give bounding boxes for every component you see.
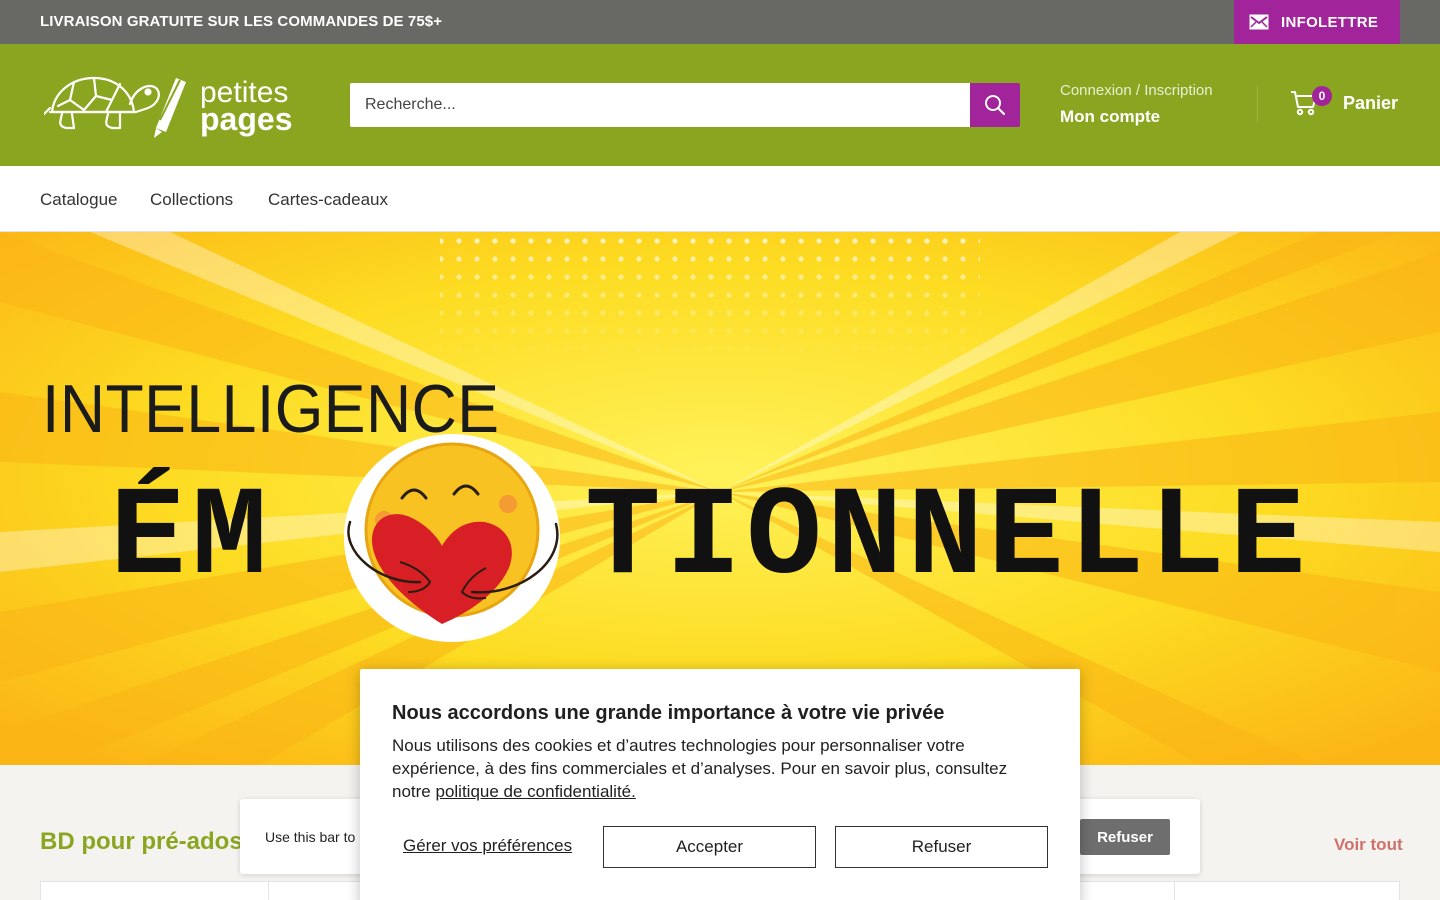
- my-account-link[interactable]: Mon compte: [1060, 107, 1213, 127]
- view-all-link[interactable]: Voir tout: [1334, 835, 1403, 855]
- nav-item-gift-cards[interactable]: Cartes-cadeaux: [268, 190, 388, 210]
- refuse-button[interactable]: Refuser: [835, 826, 1048, 868]
- cookie-body: Nous utilisons des cookies et d’autres t…: [392, 734, 1042, 803]
- header-divider: [1257, 86, 1258, 122]
- newsletter-button[interactable]: INFOLETTRE: [1234, 0, 1400, 44]
- cart-button[interactable]: 0 Panier: [1290, 86, 1399, 116]
- privacy-policy-link[interactable]: politique de confidentialité.: [435, 782, 635, 801]
- cart-count-badge: 0: [1312, 86, 1332, 106]
- search-bar: [350, 83, 1020, 127]
- hero-title-line2-end: TIONNELLE: [585, 467, 1311, 610]
- emoji-heart-icon: [344, 434, 560, 642]
- announcement-bar: LIVRAISON GRATUITE SUR LES COMMANDES DE …: [0, 0, 1440, 44]
- free-shipping-message: LIVRAISON GRATUITE SUR LES COMMANDES DE …: [40, 13, 443, 30]
- account-link[interactable]: Connexion / Inscription Mon compte: [1060, 82, 1213, 127]
- cart-label: Panier: [1343, 92, 1399, 113]
- section-title: BD pour pré-ados: [40, 828, 243, 855]
- main-nav: Catalogue Collections Cartes-cadeaux: [0, 166, 1440, 232]
- consent-bar-text: Use this bar to: [265, 829, 356, 845]
- site-header: petites pages Connexion / Inscription Mo…: [0, 44, 1440, 166]
- pencil-icon: [154, 78, 186, 138]
- product-divider: [1174, 882, 1175, 900]
- hero-title-line2-start: ÉM: [110, 467, 274, 610]
- newsletter-label: INFOLETTRE: [1281, 13, 1379, 31]
- manage-preferences-link[interactable]: Gérer vos préférences: [403, 836, 572, 856]
- search-icon: [985, 95, 1006, 116]
- accept-button[interactable]: Accepter: [603, 826, 816, 868]
- cookie-title: Nous accordons une grande importance à v…: [392, 702, 945, 724]
- search-input[interactable]: [350, 83, 970, 127]
- consent-bar-refuse-button[interactable]: Refuser: [1080, 819, 1170, 855]
- hero-title-line1: INTELLIGENCE: [42, 371, 500, 447]
- turtle-icon: [44, 76, 160, 130]
- product-divider: [268, 882, 269, 900]
- nav-item-collections[interactable]: Collections: [150, 190, 233, 210]
- mail-icon: [1249, 14, 1269, 30]
- logo-text-bottom: pages: [200, 101, 292, 137]
- login-register-link[interactable]: Connexion / Inscription: [1060, 82, 1213, 99]
- logo[interactable]: petites pages: [44, 70, 304, 140]
- cookie-dialog: Nous accordons une grande importance à v…: [360, 669, 1080, 900]
- search-button[interactable]: [970, 83, 1020, 127]
- nav-item-catalogue[interactable]: Catalogue: [40, 190, 118, 210]
